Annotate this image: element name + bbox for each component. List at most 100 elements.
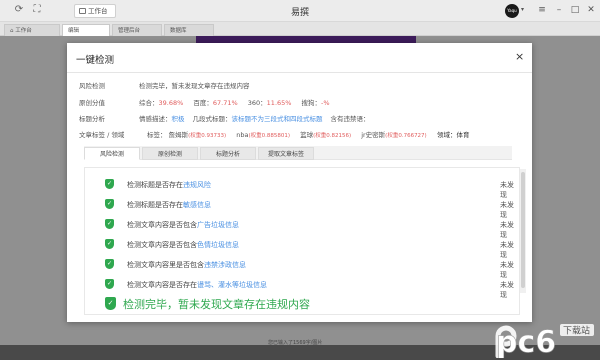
check-prefix: 检测标题是否存在: [127, 181, 183, 189]
row-label: 风险检测: [79, 82, 105, 90]
origin-item: 360：11.65%: [248, 99, 292, 107]
risk-result-panel: ✓ 检测标题是否存在违规风险 未发现 ✓ 检测标题是否存在敏感信息 未发现 ✓ 检测文…: [84, 167, 520, 315]
check-link[interactable]: 色情垃圾信息: [197, 241, 239, 249]
tab-extract-tags[interactable]: 提取文章标签: [258, 147, 314, 160]
tags-values: 标签： 詹姆斯(权重0.93733) nba(权重0.885801) 篮球(权重…: [147, 129, 435, 139]
shield-check-icon: ✓: [105, 239, 114, 249]
tag-item: jr史密斯(权重0.766727): [361, 131, 427, 139]
field-value: 体育: [456, 131, 470, 139]
scrollbar[interactable]: [520, 169, 526, 293]
origin-values: 综合：39.68% 百度：67.71% 360：11.65% 搜狗：-%: [139, 97, 338, 107]
bg-tab-label: 数据库: [170, 28, 187, 34]
scrollbar-thumb[interactable]: [521, 172, 525, 288]
check-status: 未发现: [500, 181, 514, 199]
bg-tab-admin[interactable]: 管理后台: [112, 24, 162, 36]
origin-name: 综合：: [139, 99, 159, 107]
watermark-logo: pc6: [496, 325, 556, 358]
maximize-icon[interactable]: □: [569, 4, 581, 16]
tag-label: 标签：: [147, 131, 167, 139]
check-text: 检测文章内容是否存在谩骂、灌水等垃圾信息: [127, 280, 267, 290]
origin-item: 综合：39.68%: [139, 99, 183, 107]
bg-tab-workbench[interactable]: ⌂ 工作台: [4, 24, 60, 36]
check-text: 检测文章内容是否包含色情垃圾信息: [127, 240, 239, 250]
check-link[interactable]: 违禁涉政信息: [204, 261, 246, 269]
final-text: 检测完毕，暂未发现文章存在违规内容: [123, 298, 310, 311]
row-label: 标题分析: [79, 115, 105, 123]
check-prefix: 检测文章内容里是否包含: [127, 261, 204, 269]
tag-weight: (权重0.93733): [188, 133, 227, 139]
origin-score: 11.65%: [266, 99, 292, 107]
origin-score: 67.71%: [212, 99, 238, 107]
modal-header: 一键检测 ×: [67, 43, 532, 73]
tag-name: 篮球: [300, 131, 314, 139]
tag-name: jr史密斯: [361, 131, 386, 139]
bg-tab-label: 编辑: [68, 28, 80, 34]
bg-tab-label: 工作台: [15, 28, 32, 34]
refresh-icon[interactable]: ⟳: [13, 4, 25, 16]
shield-check-icon: ✓: [105, 199, 114, 209]
page-tabstrip: ⌂ 工作台 编辑 管理后台 数据库: [0, 22, 600, 36]
tab-workbench[interactable]: 工作台: [74, 4, 116, 18]
fullscreen-icon[interactable]: ⛶: [31, 4, 43, 16]
tag-weight: (权重0.885801): [248, 133, 290, 139]
bg-tab-label: 管理后台: [118, 28, 141, 34]
watermark-site: 下载站: [563, 325, 590, 337]
origin-name: 百度：: [193, 99, 213, 107]
field-info: 领域：体育: [437, 129, 470, 139]
risk-value: 检测完毕，暂未发现文章存在违规内容: [139, 82, 250, 90]
bg-tab-database[interactable]: 数据库: [164, 24, 214, 36]
check-status: 未发现: [500, 281, 514, 299]
shield-check-icon: ✓: [105, 259, 114, 269]
check-link[interactable]: 敏感信息: [183, 201, 211, 209]
close-icon[interactable]: ✕: [585, 4, 597, 16]
check-status: 未发现: [500, 221, 514, 239]
menu-icon[interactable]: ≡: [536, 4, 548, 16]
check-status: 未发现: [500, 241, 514, 259]
row-label: 文章标签 / 领域: [79, 131, 125, 139]
avatar[interactable]: Yaqu: [505, 4, 519, 18]
check-text: 检测文章内容里是否包含违禁涉政信息: [127, 260, 246, 270]
field-label: 领域：: [437, 131, 457, 139]
tab-title-analysis[interactable]: 标题分析: [200, 147, 256, 160]
origin-score: 39.68%: [158, 99, 184, 107]
origin-name: 搜狗：: [301, 99, 322, 107]
check-prefix: 检测标题是否存在: [127, 201, 183, 209]
title-bar: ⟳ ⛶ 工作台 易撰 Yaqu ▾ ≡ – □ ✕: [0, 0, 600, 22]
result-tabs: 风险检测 原创检测 标题分析 提取文章标签: [84, 146, 512, 160]
sensitive-label: 含有违禁语：: [330, 115, 370, 123]
check-text: 检测标题是否存在违规风险: [127, 180, 211, 190]
monitor-icon: [79, 8, 86, 14]
tab-workbench-label: 工作台: [88, 7, 108, 15]
detect-modal: 一键检测 × 风险检测 检测完毕，暂未发现文章存在违规内容 原创分值 综合：39…: [67, 43, 532, 322]
check-link[interactable]: 谩骂、灌水等垃圾信息: [197, 281, 267, 289]
modal-title: 一键检测: [76, 55, 115, 66]
row-label: 原创分值: [79, 99, 105, 107]
tab-origin-detect[interactable]: 原创检测: [142, 147, 198, 160]
chevron-down-icon[interactable]: ▾: [521, 6, 524, 13]
tab-risk-detect[interactable]: 风险检测: [84, 147, 140, 160]
origin-item: 搜狗：-%: [302, 99, 330, 107]
minimize-icon[interactable]: –: [553, 4, 565, 16]
emotion-label: 情感描述：: [139, 115, 172, 123]
check-text: 检测标题是否存在敏感信息: [127, 200, 211, 210]
tag-weight: (权重0.82156): [313, 133, 352, 139]
check-link[interactable]: 广告垃圾信息: [197, 221, 239, 229]
shield-check-icon: ✓: [105, 297, 116, 310]
origin-item: 百度：67.71%: [193, 99, 237, 107]
pattern-value: 该标题不为三段式和四段式标题: [231, 115, 323, 123]
tag-item: 篮球(权重0.82156): [300, 131, 351, 139]
title-analysis-values: 情感描述：积极 几段式标题：该标题不为三段式和四段式标题 含有违禁语：: [139, 113, 370, 123]
close-icon[interactable]: ×: [515, 50, 524, 63]
tag-weight: (权重0.766727): [385, 133, 427, 139]
check-prefix: 检测文章内容是否包含: [127, 221, 197, 229]
tag-item: nba(权重0.885801): [236, 131, 290, 139]
app-title: 易撰: [290, 8, 309, 18]
check-text: 检测文章内容是否包含广告垃圾信息: [127, 220, 239, 230]
check-link[interactable]: 违规风险: [183, 181, 211, 189]
bg-tab-editor[interactable]: 编辑: [62, 24, 110, 36]
origin-name: 360：: [247, 99, 267, 107]
shield-check-icon: ✓: [105, 279, 114, 289]
shield-check-icon: ✓: [105, 179, 114, 189]
emotion-value: 积极: [171, 115, 185, 123]
check-prefix: 检测文章内容是否包含: [127, 241, 197, 249]
